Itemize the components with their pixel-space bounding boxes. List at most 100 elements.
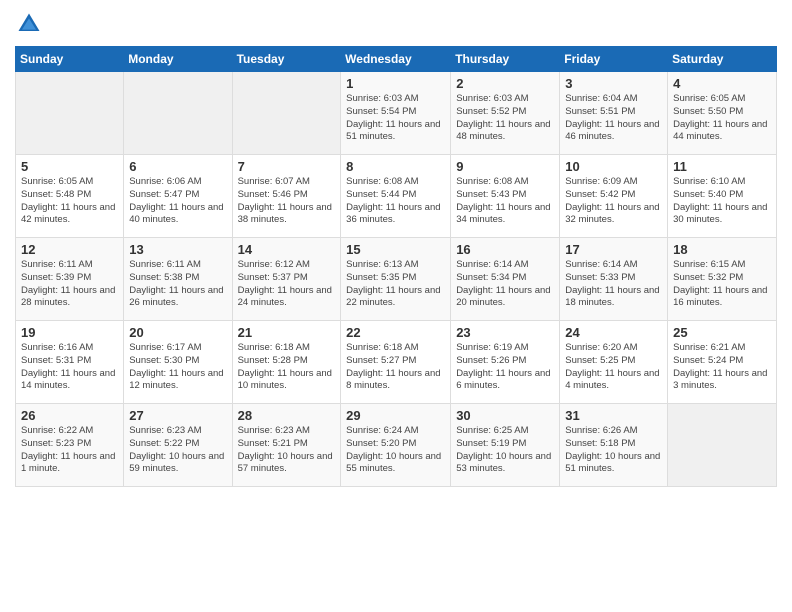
day-info: Sunrise: 6:16 AM Sunset: 5:31 PM Dayligh… [21,342,118,393]
day-number: 27 [129,408,226,423]
day-cell: 21 Sunrise: 6:18 AM Sunset: 5:28 PM Dayli… [232,321,341,404]
day-number: 24 [565,325,662,340]
day-info: Sunrise: 6:23 AM Sunset: 5:21 PM Dayligh… [238,425,336,476]
day-cell: 6Sunrise: 6:06 AM Sunset: 5:47 PM Daylig… [124,155,232,238]
day-cell: 18Sunrise: 6:15 AM Sunset: 5:32 PM Dayli… [668,238,777,321]
day-cell: 17Sunrise: 6:14 AM Sunset: 5:33 PM Dayli… [560,238,668,321]
week-row-5: 26 Sunrise: 6:22 AM Sunset: 5:23 PM Dayli… [16,404,777,487]
day-info: Sunrise: 6:18 AM Sunset: 5:27 PM Dayligh… [346,342,445,393]
day-cell: 5 Sunrise: 6:05 AM Sunset: 5:48 PM Daylig… [16,155,124,238]
day-info: Sunrise: 6:26 AM Sunset: 5:18 PM Dayligh… [565,425,662,476]
day-cell: 12Sunrise: 6:11 AM Sunset: 5:39 PM Dayli… [16,238,124,321]
day-number: 10 [565,159,662,174]
day-number: 23 [456,325,554,340]
day-number: 19 [21,325,118,340]
day-info: Sunrise: 6:25 AM Sunset: 5:19 PM Dayligh… [456,425,554,476]
day-info: Sunrise: 6:08 AM Sunset: 5:44 PM Dayligh… [346,176,445,227]
day-cell: 2 Sunrise: 6:03 AM Sunset: 5:52 PM Daylig… [451,72,560,155]
day-number: 18 [673,242,771,257]
day-cell: 13Sunrise: 6:11 AM Sunset: 5:38 PM Dayli… [124,238,232,321]
day-info: Sunrise: 6:08 AM Sunset: 5:43 PM Dayligh… [456,176,554,227]
header-row: SundayMondayTuesdayWednesdayThursdayFrid… [16,47,777,72]
day-number: 31 [565,408,662,423]
day-cell: 26 Sunrise: 6:22 AM Sunset: 5:23 PM Dayli… [16,404,124,487]
day-info: Sunrise: 6:05 AM Sunset: 5:48 PM Dayligh… [21,176,118,227]
day-cell: 25Sunrise: 6:21 AM Sunset: 5:24 PM Dayli… [668,321,777,404]
day-info: Sunrise: 6:17 AM Sunset: 5:30 PM Dayligh… [129,342,226,393]
day-cell: 4 Sunrise: 6:05 AM Sunset: 5:50 PM Daylig… [668,72,777,155]
day-cell: 1 Sunrise: 6:03 AM Sunset: 5:54 PM Daylig… [341,72,451,155]
day-info: Sunrise: 6:20 AM Sunset: 5:25 PM Dayligh… [565,342,662,393]
col-header-sunday: Sunday [16,47,124,72]
day-info: Sunrise: 6:11 AM Sunset: 5:38 PM Dayligh… [129,259,226,310]
day-number: 20 [129,325,226,340]
logo-icon [15,10,43,38]
day-number: 4 [673,76,771,91]
day-cell: 31 Sunrise: 6:26 AM Sunset: 5:18 PM Dayli… [560,404,668,487]
col-header-saturday: Saturday [668,47,777,72]
day-info: Sunrise: 6:07 AM Sunset: 5:46 PM Dayligh… [238,176,336,227]
day-cell: 29 Sunrise: 6:24 AM Sunset: 5:20 PM Dayli… [341,404,451,487]
day-number: 14 [238,242,336,257]
col-header-wednesday: Wednesday [341,47,451,72]
day-info: Sunrise: 6:24 AM Sunset: 5:20 PM Dayligh… [346,425,445,476]
calendar: SundayMondayTuesdayWednesdayThursdayFrid… [15,46,777,487]
day-number: 7 [238,159,336,174]
day-number: 11 [673,159,771,174]
day-cell: 8Sunrise: 6:08 AM Sunset: 5:44 PM Daylig… [341,155,451,238]
day-info: Sunrise: 6:14 AM Sunset: 5:34 PM Dayligh… [456,259,554,310]
col-header-thursday: Thursday [451,47,560,72]
week-row-1: 1 Sunrise: 6:03 AM Sunset: 5:54 PM Daylig… [16,72,777,155]
day-cell: 30 Sunrise: 6:25 AM Sunset: 5:19 PM Dayli… [451,404,560,487]
day-number: 6 [129,159,226,174]
day-number: 5 [21,159,118,174]
day-info: Sunrise: 6:14 AM Sunset: 5:33 PM Dayligh… [565,259,662,310]
day-cell: 10 Sunrise: 6:09 AM Sunset: 5:42 PM Dayli… [560,155,668,238]
week-row-3: 12Sunrise: 6:11 AM Sunset: 5:39 PM Dayli… [16,238,777,321]
day-info: Sunrise: 6:22 AM Sunset: 5:23 PM Dayligh… [21,425,118,476]
day-cell: 27 Sunrise: 6:23 AM Sunset: 5:22 PM Dayli… [124,404,232,487]
day-cell: 23Sunrise: 6:19 AM Sunset: 5:26 PM Dayli… [451,321,560,404]
day-info: Sunrise: 6:18 AM Sunset: 5:28 PM Dayligh… [238,342,336,393]
day-info: Sunrise: 6:04 AM Sunset: 5:51 PM Dayligh… [565,93,662,144]
day-info: Sunrise: 6:03 AM Sunset: 5:52 PM Dayligh… [456,93,554,144]
day-number: 29 [346,408,445,423]
day-number: 30 [456,408,554,423]
header [15,10,777,38]
day-number: 9 [456,159,554,174]
day-info: Sunrise: 6:12 AM Sunset: 5:37 PM Dayligh… [238,259,336,310]
day-cell: 3Sunrise: 6:04 AM Sunset: 5:51 PM Daylig… [560,72,668,155]
day-cell: 14 Sunrise: 6:12 AM Sunset: 5:37 PM Dayli… [232,238,341,321]
col-header-monday: Monday [124,47,232,72]
day-number: 16 [456,242,554,257]
col-header-tuesday: Tuesday [232,47,341,72]
day-info: Sunrise: 6:13 AM Sunset: 5:35 PM Dayligh… [346,259,445,310]
day-number: 2 [456,76,554,91]
day-cell [668,404,777,487]
day-cell: 24 Sunrise: 6:20 AM Sunset: 5:25 PM Dayli… [560,321,668,404]
day-info: Sunrise: 6:23 AM Sunset: 5:22 PM Dayligh… [129,425,226,476]
day-info: Sunrise: 6:09 AM Sunset: 5:42 PM Dayligh… [565,176,662,227]
day-info: Sunrise: 6:03 AM Sunset: 5:54 PM Dayligh… [346,93,445,144]
day-cell: 22Sunrise: 6:18 AM Sunset: 5:27 PM Dayli… [341,321,451,404]
day-cell: 28 Sunrise: 6:23 AM Sunset: 5:21 PM Dayli… [232,404,341,487]
day-cell: 11 Sunrise: 6:10 AM Sunset: 5:40 PM Dayli… [668,155,777,238]
day-cell: 7 Sunrise: 6:07 AM Sunset: 5:46 PM Daylig… [232,155,341,238]
day-info: Sunrise: 6:05 AM Sunset: 5:50 PM Dayligh… [673,93,771,144]
week-row-2: 5 Sunrise: 6:05 AM Sunset: 5:48 PM Daylig… [16,155,777,238]
day-number: 21 [238,325,336,340]
day-cell: 20 Sunrise: 6:17 AM Sunset: 5:30 PM Dayli… [124,321,232,404]
day-cell [124,72,232,155]
page: SundayMondayTuesdayWednesdayThursdayFrid… [0,0,792,612]
day-info: Sunrise: 6:11 AM Sunset: 5:39 PM Dayligh… [21,259,118,310]
day-cell: 19 Sunrise: 6:16 AM Sunset: 5:31 PM Dayli… [16,321,124,404]
day-number: 28 [238,408,336,423]
week-row-4: 19 Sunrise: 6:16 AM Sunset: 5:31 PM Dayli… [16,321,777,404]
day-cell: 15Sunrise: 6:13 AM Sunset: 5:35 PM Dayli… [341,238,451,321]
day-info: Sunrise: 6:10 AM Sunset: 5:40 PM Dayligh… [673,176,771,227]
day-number: 26 [21,408,118,423]
day-number: 1 [346,76,445,91]
day-cell [16,72,124,155]
col-header-friday: Friday [560,47,668,72]
day-number: 25 [673,325,771,340]
